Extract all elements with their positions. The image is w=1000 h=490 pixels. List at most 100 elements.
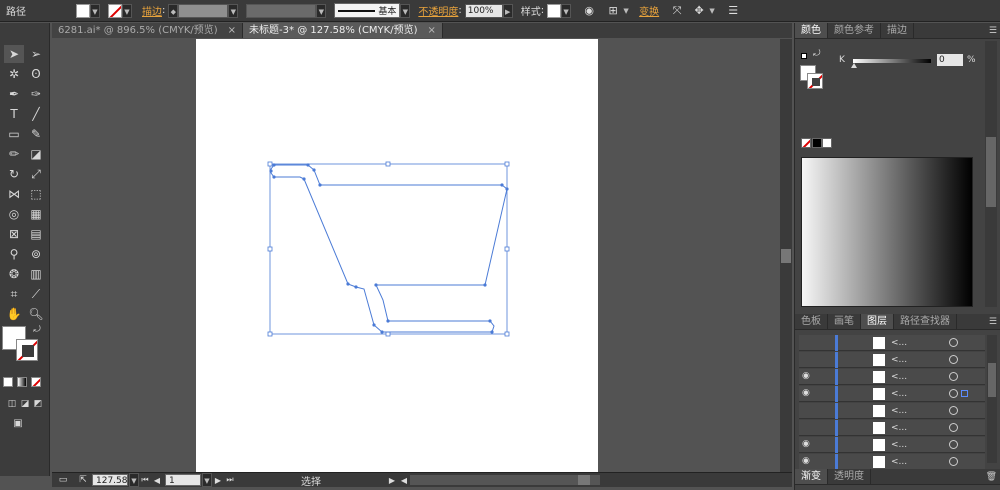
layer-row[interactable]: <... [799,420,985,436]
target-icon[interactable] [949,406,958,415]
fill-dropdown[interactable]: ▼ [90,3,100,18]
scroll-thumb[interactable] [988,363,996,397]
variable-width-dropdown[interactable]: ▼ [316,3,327,18]
perspective-grid-tool-icon[interactable]: ▦ [26,205,46,223]
trash-icon[interactable]: 🗑︎ [986,469,1000,484]
tab-brushes[interactable]: 画笔 [828,314,861,329]
brush-definition-dropdown[interactable]: ▼ [400,3,411,18]
paintbrush-tool-icon[interactable]: ✎ [26,125,46,143]
tab-color[interactable]: 颜色 [795,23,828,38]
scroll-thumb[interactable] [578,475,590,485]
target-icon[interactable] [949,338,958,347]
tab-color-guide[interactable]: 颜色参考 [828,23,881,38]
target-icon[interactable] [949,423,958,432]
stroke-box[interactable] [16,339,38,361]
scale-tool-icon[interactable]: ⤢ [26,165,46,183]
page-field[interactable]: 1 [165,474,201,486]
pencil-tool-icon[interactable]: ✏ [4,145,24,163]
type-tool-icon[interactable]: T [4,105,24,123]
stroke-dropdown[interactable]: ▼ [122,3,132,18]
recolor-icon[interactable]: ◉ [581,3,597,19]
bounding-box-handles[interactable] [267,161,510,337]
curvature-tool-icon[interactable]: ✑ [26,85,46,103]
artboard-tool-icon[interactable]: ⌗ [4,285,24,303]
eye-icon[interactable]: ◉ [802,371,814,382]
column-graph-tool-icon[interactable]: ▥ [26,265,46,283]
fill-swatch[interactable] [76,3,90,18]
k-value-field[interactable]: 0 [937,54,963,66]
none-mode-button[interactable] [31,377,41,387]
slice-tool-icon[interactable]: ⟋ [26,285,46,303]
rectangle-tool-icon[interactable]: ▭ [4,125,24,143]
eye-icon[interactable]: ◉ [802,388,814,399]
transform-label[interactable]: 变换 [639,3,659,18]
anchor-points[interactable] [269,163,509,334]
bounding-box[interactable] [269,163,508,335]
target-icon[interactable] [949,355,958,364]
pen-tool-icon[interactable]: ✒ [4,85,24,103]
vertical-scrollbar[interactable] [780,39,792,472]
hand-tool-icon[interactable]: ✋ [4,305,24,323]
export-icon[interactable]: ⇱ [74,472,92,488]
selected-path[interactable] [52,39,780,472]
canvas-area[interactable] [52,39,780,472]
tab-layers[interactable]: 图层 [861,314,894,329]
mesh-tool-icon[interactable]: ⊠ [4,225,24,243]
layer-row[interactable]: <... [799,335,985,351]
line-tool-icon[interactable]: ╱ [26,105,46,123]
layers-scrollbar[interactable] [987,335,997,463]
white-swatch[interactable] [822,138,832,148]
shape-builder-tool-icon[interactable]: ◎ [4,205,24,223]
stroke-weight-field[interactable] [178,3,229,18]
stroke-label[interactable]: 描边 [142,3,162,18]
close-icon[interactable]: × [228,23,236,38]
target-icon[interactable] [949,389,958,398]
prev-page-icon[interactable]: ◀ [151,472,163,488]
stroke-swatch[interactable] [108,3,122,18]
more-options-icon[interactable]: ☰ [725,3,741,19]
black-swatch[interactable] [812,138,822,148]
style-dropdown[interactable]: ▼ [561,3,572,18]
stroke-weight-stepper[interactable]: ◆ [168,3,179,18]
eye-icon[interactable]: ◉ [802,439,814,450]
rotate-tool-icon[interactable]: ↻ [4,165,24,183]
tab-untitled-3[interactable]: 未标题-3* @ 127.58% (CMYK/预览) × [243,23,443,38]
opacity-label[interactable]: 不透明度 [418,3,458,18]
style-swatch[interactable] [547,3,562,18]
none-swatch[interactable] [801,138,811,148]
target-icon[interactable] [949,372,958,381]
tab-6281[interactable]: 6281.ai* @ 896.5% (CMYK/预览) × [52,23,244,38]
eyedropper-tool-icon[interactable]: ⚲ [4,245,24,263]
page-dropdown[interactable]: ▼ [202,473,212,487]
panel-scrollbar[interactable] [985,41,997,307]
symbol-sprayer-tool-icon[interactable]: ❂ [4,265,24,283]
scroll-thumb[interactable] [781,249,791,263]
panel-menu-icon[interactable]: ☰ [989,23,1000,38]
opacity-field[interactable]: 100% [464,3,503,18]
opacity-dropdown[interactable]: ▶ [502,3,513,18]
last-page-icon[interactable]: ⏭ [224,472,236,488]
swap-colors-icon[interactable]: ⤾ [813,49,821,59]
layer-row[interactable]: ◉ <... [799,369,985,385]
next-page-icon[interactable]: ▶ [212,472,224,488]
width-tool-icon[interactable]: ⋈ [4,185,24,203]
layer-row[interactable]: ◉ <... [799,437,985,453]
color-mode-button[interactable] [3,377,13,387]
close-icon[interactable]: × [428,23,436,38]
screen-mode-icon[interactable]: ▣ [8,415,28,433]
magic-wand-tool-icon[interactable]: ✲ [4,65,24,83]
brush-definition-field[interactable]: 基本 [334,3,401,18]
tab-pathfinder[interactable]: 路径查找器 [894,314,957,329]
tab-transparency[interactable]: 透明度 [828,469,871,484]
scroll-thumb[interactable] [986,137,996,207]
color-stroke-box[interactable] [807,73,823,89]
layer-row[interactable]: ◉ <... [799,386,985,402]
align-icon[interactable]: ⊞ [605,3,621,19]
variable-width-field[interactable] [246,3,317,18]
zoom-field[interactable]: 127.58 [92,474,128,486]
artboard-nav-icon[interactable]: ▭ [52,472,74,488]
eye-icon[interactable]: ◉ [802,456,814,467]
stroke-weight-dropdown[interactable]: ▼ [228,3,239,18]
tab-swatches[interactable]: 色板 [795,314,828,329]
direct-selection-tool-icon[interactable]: ➢ [26,45,46,63]
